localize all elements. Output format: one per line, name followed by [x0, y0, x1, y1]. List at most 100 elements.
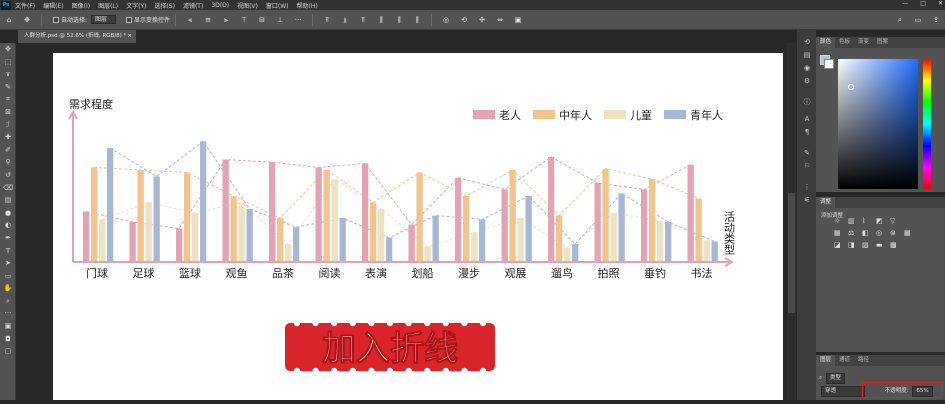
distribute-center-icon[interactable]: ⫼: [395, 16, 403, 24]
tab-gradients[interactable]: 渐变: [854, 37, 873, 48]
screen-mode-icon[interactable]: ▢: [0, 345, 16, 358]
align-center-icon[interactable]: ≡: [204, 16, 212, 24]
menu-help[interactable]: 帮助(H): [297, 1, 318, 10]
vibrance-icon[interactable]: ▽: [890, 217, 901, 225]
sliders-icon[interactable]: ⚟: [797, 194, 817, 207]
menu-select[interactable]: 选择(S): [154, 1, 175, 10]
tab-channels[interactable]: 通道: [835, 355, 854, 366]
show-transform-checkbox[interactable]: [126, 16, 133, 23]
posterize-icon[interactable]: ◨: [848, 241, 859, 249]
distribute-right-icon[interactable]: ⫼: [413, 16, 421, 24]
layer-kind-dropdown[interactable]: 类型: [825, 373, 845, 384]
quick-select-tool-icon[interactable]: ✎: [0, 81, 16, 94]
menu-file[interactable]: 文件(F): [15, 1, 35, 10]
hue-saturation-icon[interactable]: ▦: [834, 229, 845, 237]
rectangle-tool-icon[interactable]: ▭: [0, 270, 16, 283]
tab-swatches[interactable]: 色板: [835, 37, 854, 48]
tab-layers[interactable]: 图层: [816, 355, 836, 366]
close-window-button[interactable]: ✕: [938, 0, 943, 7]
move-tool-icon[interactable]: ✥: [23, 16, 31, 24]
menu-layer[interactable]: 图层(L): [98, 1, 118, 10]
search-icon[interactable]: ⌕: [896, 16, 904, 24]
color-picker-cursor[interactable]: [848, 84, 854, 90]
info-icon[interactable]: ⓘ: [797, 96, 817, 109]
3d-roll-icon[interactable]: ✣: [478, 16, 486, 24]
eraser-tool-icon[interactable]: ⌫: [0, 182, 16, 195]
more-tools-icon[interactable]: ···: [0, 307, 16, 320]
color-swatch-icon[interactable]: ▣: [0, 320, 16, 333]
history-icon[interactable]: ⟲: [797, 36, 817, 49]
crop-tool-icon[interactable]: ⌗: [0, 93, 16, 106]
path-select-icon[interactable]: ➤: [0, 257, 16, 270]
color-balance-icon[interactable]: ⚖: [848, 229, 859, 237]
distribute-top-icon[interactable]: ⫪: [323, 16, 331, 24]
healing-brush-icon[interactable]: ✚: [0, 131, 16, 144]
blur-tool-icon[interactable]: ●: [0, 207, 16, 220]
hand-tool-icon[interactable]: ✋: [0, 282, 16, 295]
gradient-tool-icon[interactable]: ▤: [0, 194, 16, 207]
auto-select-checkbox[interactable]: [53, 16, 59, 23]
eyedropper-tool-icon[interactable]: ℐ: [0, 119, 16, 132]
align-middle-icon[interactable]: ⊟: [258, 16, 266, 24]
menu-image[interactable]: 图像(I): [72, 1, 90, 10]
black-white-icon[interactable]: ◧: [862, 229, 873, 237]
frame-tool-icon[interactable]: ⊠: [0, 106, 16, 119]
gradient-map-icon[interactable]: ▬: [876, 241, 887, 249]
exposure-icon[interactable]: ◩: [876, 217, 887, 225]
align-left-icon[interactable]: ⫷: [186, 16, 194, 24]
brightness-icon[interactable]: ☼: [834, 217, 845, 225]
menu-type[interactable]: 文字(Y): [126, 1, 146, 10]
quick-mask-icon[interactable]: ◘: [0, 333, 16, 346]
menu-3d[interactable]: 3D(D): [211, 2, 229, 9]
distribute-bottom-icon[interactable]: ⫪: [359, 16, 367, 24]
color-wheel-icon[interactable]: ◉: [797, 62, 817, 75]
auto-select-dropdown[interactable]: 图层: [91, 15, 117, 24]
levels-icon[interactable]: ▥: [848, 217, 859, 225]
menu-edit[interactable]: 编辑(E): [43, 1, 63, 10]
background-color-swatch[interactable]: [824, 59, 834, 69]
3d-pan-icon[interactable]: ⇔: [496, 16, 504, 24]
dodge-tool-icon[interactable]: ◐: [0, 219, 16, 232]
artboard-tool-icon[interactable]: ⬚: [0, 56, 16, 69]
tab-paths[interactable]: 路径: [854, 355, 873, 366]
blend-mode-dropdown[interactable]: 穿透: [821, 386, 865, 397]
type-tool-icon[interactable]: T: [0, 245, 16, 258]
workspace-icon[interactable]: ▭: [914, 16, 922, 24]
home-icon[interactable]: ⌂: [5, 16, 13, 24]
properties-icon[interactable]: ▤: [797, 49, 817, 62]
distribute-left-icon[interactable]: ⫼: [377, 16, 385, 24]
document-canvas[interactable]: 需求程度 活动类型 门球 足球 篮球 观鱼 品茶 阅读 表演 划船 漫步 观展 遛鸟 拍照 垂钓 书法 老…: [53, 53, 783, 400]
align-bottom-icon[interactable]: ⊥: [276, 16, 284, 24]
move-tool-icon[interactable]: ✥: [0, 43, 16, 56]
curves-icon[interactable]: ⌇: [862, 217, 873, 225]
pen-tool-icon[interactable]: ✒: [0, 232, 16, 245]
vertical-scrollbar[interactable]: [787, 43, 796, 400]
color-picker-field[interactable]: [838, 59, 918, 189]
tab-color[interactable]: 颜色: [816, 37, 836, 48]
hue-slider[interactable]: [923, 59, 931, 189]
more-options-icon[interactable]: ···: [294, 16, 302, 24]
brushes-icon[interactable]: ✎: [797, 147, 817, 160]
channel-mixer-icon[interactable]: ⊚: [890, 229, 901, 237]
distribute-middle-icon[interactable]: ⫫: [341, 16, 349, 24]
threshold-icon[interactable]: ▨: [862, 241, 873, 249]
gear-icon[interactable]: ⚙: [797, 75, 817, 88]
menu-view[interactable]: 视图(V): [237, 1, 258, 10]
swatches-icon[interactable]: ⚐: [797, 160, 817, 173]
paragraph-icon[interactable]: ¶: [797, 126, 817, 139]
menu-window[interactable]: 窗口(W): [266, 1, 289, 10]
document-tab[interactable]: 人群分析.psd @ 52.6% (折线, RGB/8) * ×: [18, 30, 136, 43]
3d-mode-icon[interactable]: ◎: [442, 16, 450, 24]
character-icon[interactable]: A: [797, 113, 817, 126]
selective-color-icon[interactable]: ▩: [890, 241, 901, 249]
3d-rotate-icon[interactable]: ⟲: [460, 16, 468, 24]
invert-icon[interactable]: ◪: [834, 241, 845, 249]
align-right-icon[interactable]: ⫸: [222, 16, 230, 24]
lasso-tool-icon[interactable]: ɤ: [0, 68, 16, 81]
minimize-button[interactable]: —: [902, 0, 908, 7]
adjust-icon[interactable]: ⋮: [797, 181, 817, 194]
photo-filter-icon[interactable]: ◎: [876, 229, 887, 237]
close-tab-icon[interactable]: ×: [127, 30, 132, 43]
maximize-button[interactable]: □: [920, 0, 926, 7]
3d-video-icon[interactable]: ▣: [514, 16, 522, 24]
